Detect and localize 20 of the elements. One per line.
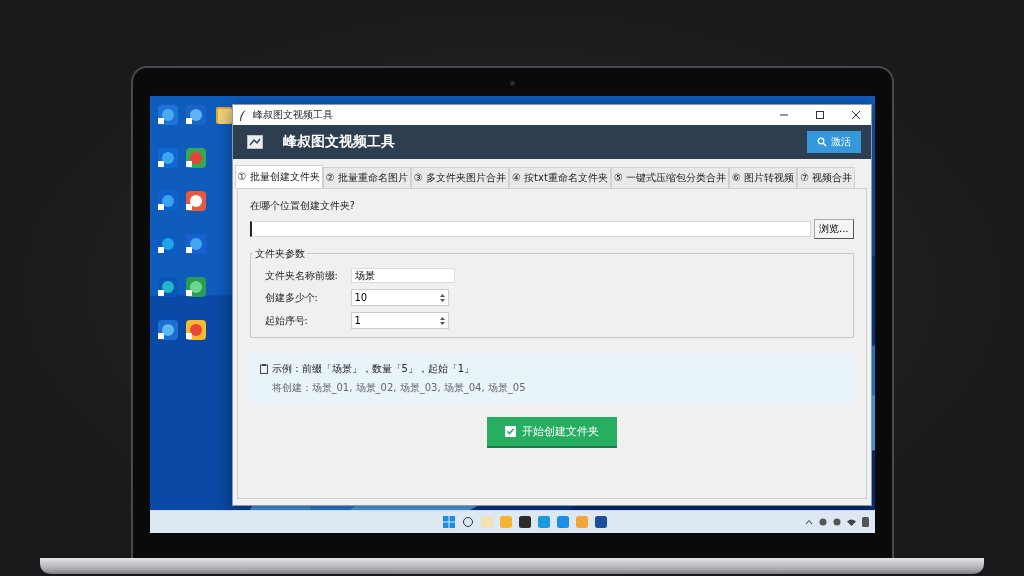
group-title: 文件夹参数 <box>252 247 307 261</box>
number-spinbox[interactable]: 1 <box>350 312 449 329</box>
tab[interactable]: ② 批量重命名图片 <box>322 167 411 188</box>
tab[interactable]: ③ 多文件夹图片合并 <box>410 167 509 188</box>
tab[interactable]: ⑦ 视频合并 <box>797 167 856 188</box>
field-label: 文件夹名称前缀: <box>264 268 339 283</box>
tab[interactable]: ⑤ 一键式压缩包分类合并 <box>610 167 730 188</box>
number-spinbox[interactable]: 10 <box>350 289 449 306</box>
field-label: 起始序号: <box>264 313 309 328</box>
example-result: 将创建：场景_01, 场景_02, 场景_03, 场景_04, 场景_05 <box>270 381 527 395</box>
location-question: 在哪个位置创建文件夹? <box>249 199 356 213</box>
prefix-field[interactable]: 场景 <box>350 268 455 283</box>
tab[interactable]: ⑥ 图片转视频 <box>729 167 798 188</box>
tab[interactable]: ④ 按txt重命名文件夹 <box>508 167 611 188</box>
app-title: 峰叔图文视频工具 <box>282 133 396 151</box>
window-title: 峰叔图文视频工具 <box>252 108 334 122</box>
example-text: 示例：前缀「场景」，数量「5」，起始「1」 <box>271 362 475 376</box>
tab[interactable]: ① 批量创建文件夹 <box>234 165 323 188</box>
field-label: 创建多少个: <box>264 290 319 305</box>
browse-button[interactable]: 浏览... <box>813 219 854 239</box>
